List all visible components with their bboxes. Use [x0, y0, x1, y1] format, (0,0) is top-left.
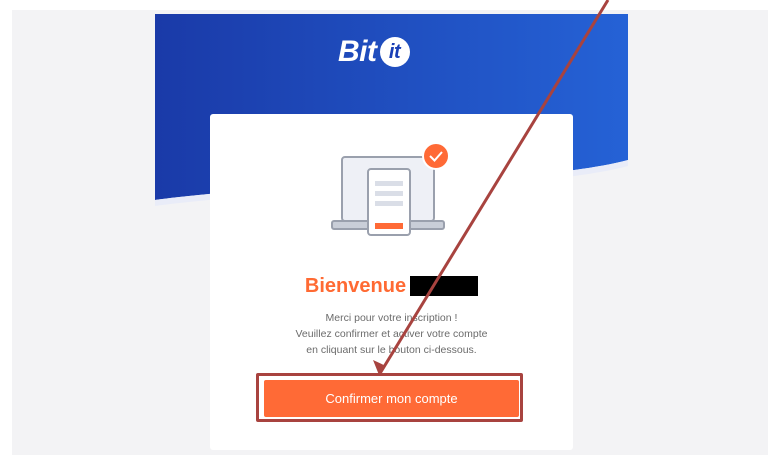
message-line: Veuillez confirmer et activer votre comp…	[295, 328, 488, 340]
check-circle-icon	[422, 142, 450, 170]
greeting-text: Bienvenue	[304, 274, 407, 297]
greeting-heading: Bienvenue	[210, 271, 573, 301]
welcome-message: Merci pour votre inscription ! Veuillez …	[210, 310, 573, 358]
redacted-name	[410, 276, 479, 296]
message-line: en cliquant sur le bouton ci-dessous.	[306, 344, 477, 356]
brand-logo: Bit it	[338, 32, 438, 72]
annotation-highlight-box	[256, 373, 523, 422]
logo-mark-icon: it	[379, 37, 410, 67]
laptop-document-icon	[331, 142, 450, 236]
message-line: Merci pour votre inscription !	[325, 312, 458, 324]
